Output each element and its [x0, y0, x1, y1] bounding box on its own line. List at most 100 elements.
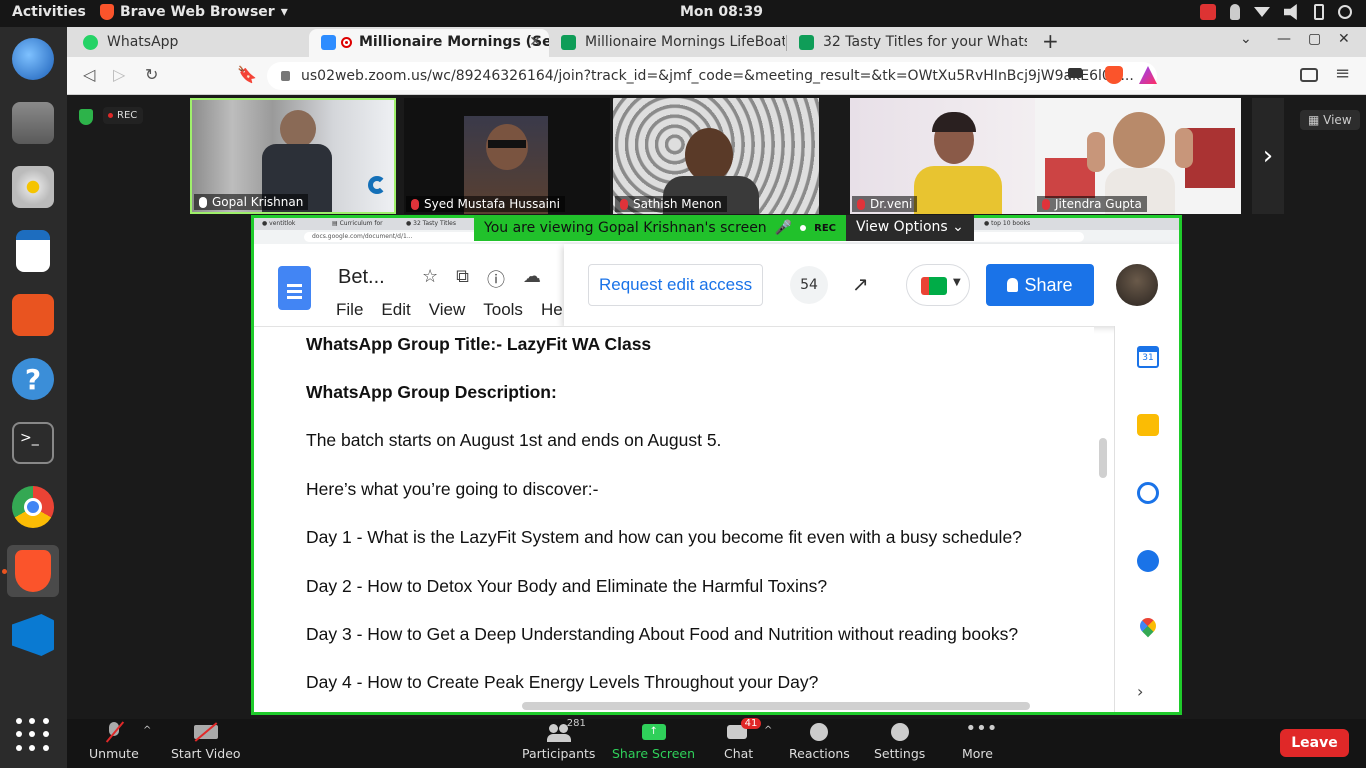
participant-name: Dr.veni	[852, 196, 918, 212]
participant-tile[interactable]: Sathish Menon	[613, 98, 819, 214]
browser-window: WhatsApp Millionaire Mornings (Se ✕ Mill…	[67, 27, 1366, 768]
doc-line: Day 4 - How to Create Peak Energy Levels…	[306, 672, 819, 692]
chevron-down-icon: ⌄	[952, 219, 964, 235]
tab-zoom-meeting[interactable]: Millionaire Mornings (Se ✕	[309, 29, 549, 57]
dock: ? >_	[0, 27, 67, 768]
share-button[interactable]: Share	[986, 264, 1094, 306]
next-page-button[interactable]: ›	[1252, 98, 1284, 214]
chrome-icon	[12, 486, 54, 528]
dock-writer[interactable]	[7, 225, 59, 277]
menu-icon[interactable]: ≡	[1335, 63, 1350, 84]
vscode-icon	[12, 614, 54, 656]
minimize-icon[interactable]: —	[1277, 31, 1291, 47]
chat-options-caret[interactable]: ^	[764, 725, 772, 736]
participants-button[interactable]: 281 Participants	[522, 718, 595, 761]
close-tab-icon[interactable]: ✕	[529, 29, 541, 55]
address-bar[interactable]: us02web.zoom.us/wc/89246326164/join?trac…	[267, 62, 1157, 90]
viewer-count-badge[interactable]: 54	[790, 266, 828, 304]
dock-vscode[interactable]	[7, 609, 59, 661]
tab-tasty-titles[interactable]: 32 Tasty Titles for your Whats	[787, 29, 1027, 57]
info-icon[interactable]: ⓘ	[487, 266, 505, 292]
maximize-icon[interactable]: ▢	[1308, 31, 1321, 47]
audio-options-caret[interactable]: ^	[143, 725, 151, 736]
dock-software[interactable]	[7, 289, 59, 341]
keep-icon[interactable]	[1137, 414, 1159, 436]
view-button[interactable]: ▦ View	[1300, 110, 1360, 130]
close-window-icon[interactable]: ✕	[1338, 31, 1350, 47]
chevron-right-icon: ›	[1262, 141, 1274, 171]
meet-button[interactable]: ▼	[906, 264, 970, 306]
camera-indicator-icon	[1200, 4, 1216, 20]
menu-help[interactable]: He	[541, 300, 563, 320]
expand-panel-icon[interactable]: ›	[1137, 682, 1159, 704]
dock-terminal[interactable]: >_	[7, 417, 59, 469]
contacts-icon[interactable]	[1137, 550, 1159, 572]
vertical-scrollbar[interactable]	[1099, 438, 1107, 478]
dock-brave[interactable]	[2, 545, 59, 597]
forward-icon[interactable]: ▷	[113, 65, 125, 84]
recording-dot-icon	[800, 225, 807, 231]
system-tray[interactable]	[1200, 4, 1352, 20]
lock-icon	[281, 71, 290, 81]
share-screen-button[interactable]: ↑ Share Screen	[612, 722, 695, 761]
clock[interactable]: Mon 08:39	[680, 4, 763, 20]
menu-tools[interactable]: Tools	[483, 300, 523, 320]
menu-edit[interactable]: Edit	[381, 300, 410, 320]
doc-line: Day 3 - How to Get a Deep Understanding …	[306, 624, 1019, 644]
dock-files[interactable]	[7, 97, 59, 149]
recording-badge[interactable]: REC	[103, 107, 144, 124]
participant-tile[interactable]: Gopal Krishnan	[190, 98, 396, 214]
avatar[interactable]	[1116, 264, 1158, 306]
unmute-button[interactable]: Unmute	[89, 721, 139, 761]
participant-tile[interactable]: Jitendra Gupta	[1035, 98, 1241, 214]
document-body[interactable]: WhatsApp Group Title:- LazyFit WA Class …	[254, 326, 1094, 694]
more-button[interactable]: ••• More	[962, 720, 997, 762]
reactions-button[interactable]: Reactions	[789, 722, 850, 761]
doc-title[interactable]: Bet...	[338, 266, 385, 289]
activity-trend-icon[interactable]: ↗	[852, 272, 869, 296]
dock-rhythmbox[interactable]	[7, 161, 59, 213]
participant-tile[interactable]: Syed Mustafa Hussaini	[404, 98, 610, 214]
star-icon[interactable]: ☆	[422, 266, 438, 292]
show-applications-icon[interactable]	[16, 718, 50, 752]
settings-button[interactable]: Settings	[874, 722, 925, 761]
mic-muted-icon	[857, 199, 865, 210]
start-video-button[interactable]: Start Video	[171, 722, 241, 761]
dock-help[interactable]: ?	[7, 353, 59, 405]
tab-whatsapp[interactable]: WhatsApp	[71, 29, 309, 57]
chat-button[interactable]: 41 Chat	[724, 718, 762, 761]
activities-button[interactable]: Activities	[12, 4, 86, 20]
horizontal-scrollbar[interactable]	[522, 702, 1030, 710]
app-menu[interactable]: Brave Web Browser ▾	[100, 4, 288, 20]
menu-file[interactable]: File	[336, 300, 363, 320]
brave-icon	[100, 4, 114, 20]
wifi-icon	[1254, 7, 1270, 17]
dock-thunderbird[interactable]	[7, 33, 59, 85]
wallet-icon[interactable]	[1300, 68, 1318, 82]
camera-in-use-icon[interactable]	[1068, 68, 1082, 78]
brave-shields-icon[interactable]	[1105, 66, 1123, 84]
chevron-down-icon: ▾	[280, 4, 288, 20]
tab-search-icon[interactable]: ⌄	[1240, 31, 1252, 47]
request-edit-access-button[interactable]: Request edit access	[588, 264, 764, 306]
battery-icon	[1314, 4, 1324, 20]
new-tab-button[interactable]: +	[1042, 29, 1059, 53]
calendar-icon[interactable]: 31	[1137, 346, 1159, 368]
bookmark-icon[interactable]: 🔖	[237, 65, 257, 84]
maps-icon[interactable]	[1136, 614, 1160, 638]
view-options-button[interactable]: View Options ⌄	[846, 215, 974, 241]
zoom-toolbar: Unmute ^ Start Video 281 Participants ↑ …	[67, 718, 1366, 768]
cloud-icon[interactable]: ☁	[523, 266, 541, 292]
reload-icon[interactable]: ↻	[145, 65, 158, 84]
dock-chrome[interactable]	[7, 481, 59, 533]
move-icon[interactable]: ⧉	[456, 266, 469, 292]
participant-tile[interactable]: Dr.veni	[850, 98, 1056, 214]
participant-name: Gopal Krishnan	[194, 194, 309, 210]
navigation-bar: ◁ ▷ ↻ 🔖 us02web.zoom.us/wc/89246326164/j…	[67, 57, 1366, 95]
leave-button[interactable]: Leave	[1280, 729, 1349, 757]
tasks-icon[interactable]	[1137, 482, 1159, 504]
back-icon[interactable]: ◁	[83, 65, 95, 84]
menu-view[interactable]: View	[429, 300, 466, 320]
tab-lifeboat-sheet[interactable]: Millionaire Mornings LifeBoat	[549, 29, 785, 57]
google-meet-icon	[921, 277, 947, 295]
